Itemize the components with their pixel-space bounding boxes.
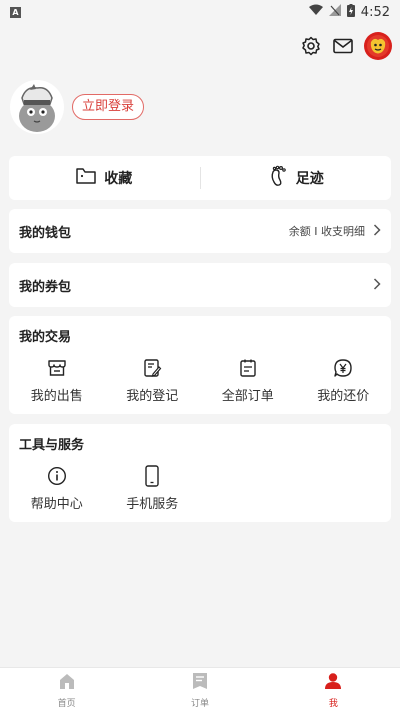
footprint-button[interactable]: 足迹 [201,165,392,191]
trade-section: 我的交易 我的出售 我的登记 全部订单 我的还价 [9,316,391,414]
help-center-label: 帮助中心 [30,497,83,512]
tab-orders-label: 订单 [190,698,209,709]
trade-title: 我的交易 [19,330,72,345]
collect-button[interactable]: 收藏 [9,167,200,189]
tab-me-label: 我 [328,698,338,709]
coupons-row[interactable]: 我的券包 [9,263,391,307]
orders-icon [237,357,259,379]
header-actions [300,32,392,60]
profile-header: 立即登录 [10,80,145,134]
all-orders-item[interactable]: 全部订单 [200,357,296,404]
status-bar: A 4:52 [0,0,400,24]
favorites-card: 收藏 足迹 [9,156,391,200]
tools-title: 工具与服务 [19,438,85,453]
trade-grid: 我的出售 我的登记 全部订单 我的还价 [9,357,391,404]
status-right: 4:52 [308,3,390,21]
order-icon [192,672,208,694]
footprint-label: 足迹 [295,171,324,187]
tools-grid: 帮助中心 手机服务 [9,465,391,512]
tab-me[interactable]: 我 [267,668,400,712]
my-register-label: 我的登记 [126,389,179,404]
settings-gear-icon[interactable] [300,35,322,57]
wifi-icon [308,4,323,20]
message-mail-icon[interactable] [332,35,354,57]
my-counteroffer-label: 我的还价 [317,389,370,404]
collect-label: 收藏 [104,171,133,187]
avatar[interactable] [10,80,64,134]
tab-home-label: 首页 [57,698,76,709]
my-sales-label: 我的出售 [30,389,83,404]
coupons-right [373,277,381,293]
battery-icon [346,3,355,21]
my-register-item[interactable]: 我的登记 [105,357,201,404]
phone-service-item[interactable]: 手机服务 [105,465,201,512]
chevron-right-icon [373,223,381,239]
my-sales-item[interactable]: 我的出售 [9,357,105,404]
tab-orders[interactable]: 订单 [133,668,266,712]
phone-service-label: 手机服务 [126,497,179,512]
bottom-tab-bar: 首页 订单 我 [0,667,400,712]
yen-icon [332,357,354,379]
footprint-icon [268,165,288,191]
all-orders-label: 全部订单 [221,389,274,404]
coupons-title: 我的券包 [19,279,72,295]
login-button[interactable]: 立即登录 [72,94,145,120]
wallet-detail: 余额 I 收支明细 [288,225,365,238]
register-icon [141,357,163,379]
help-center-item[interactable]: 帮助中心 [9,465,105,512]
folder-star-icon [76,167,96,189]
store-icon [46,357,68,379]
phone-icon [141,465,163,487]
app-notification-icon: A [10,6,21,18]
status-time: 4:52 [360,4,390,20]
wallet-right: 余额 I 收支明细 [289,223,381,239]
user-icon [324,672,342,694]
wallet-title: 我的钱包 [19,225,72,241]
chevron-right-icon [373,277,381,293]
signal-icon [328,4,341,20]
wallet-row[interactable]: 我的钱包 余额 I 收支明细 [9,209,391,253]
my-counteroffer-item[interactable]: 我的还价 [296,357,392,404]
info-icon [46,465,68,487]
home-icon [58,672,76,694]
tab-home[interactable]: 首页 [0,668,133,712]
tools-section: 工具与服务 帮助中心 手机服务 [9,424,391,522]
mascot-logo-icon[interactable] [364,32,392,60]
